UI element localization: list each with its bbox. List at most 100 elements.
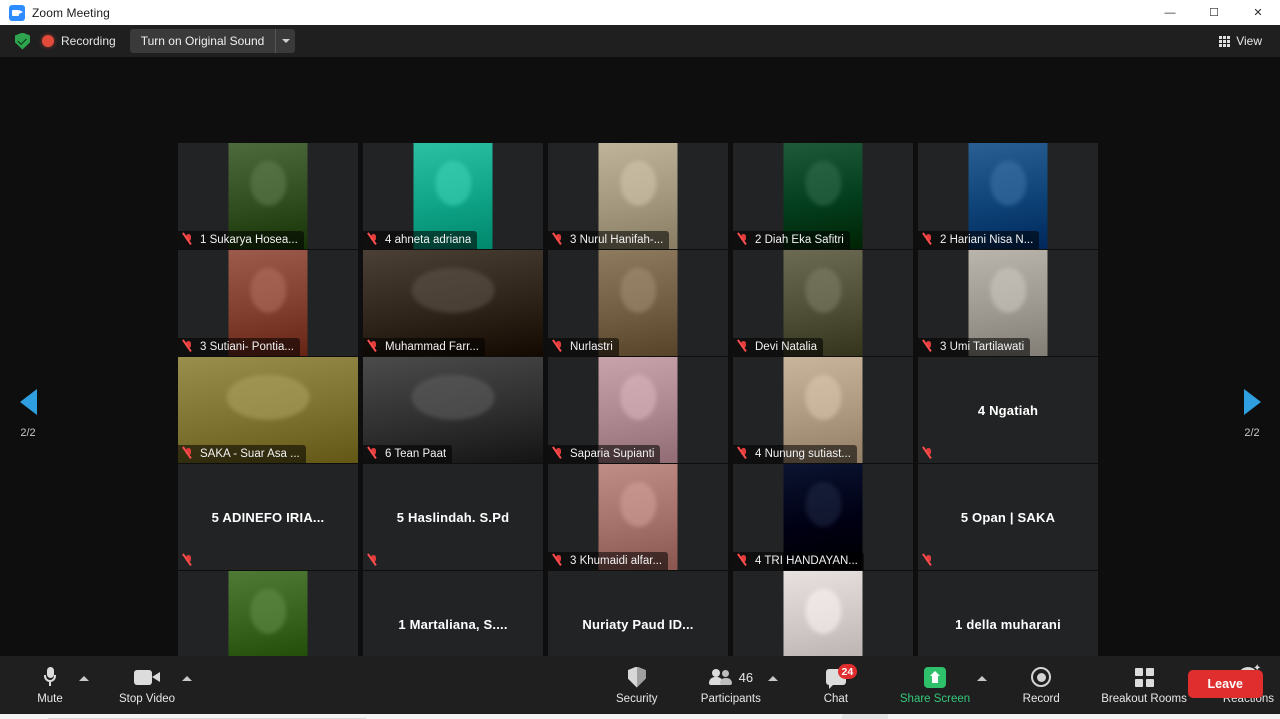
security-button[interactable]: Security [609, 659, 665, 711]
taskbar-item-camera[interactable]: 📷 [704, 714, 750, 719]
mic-muted-icon [923, 233, 935, 246]
record-button[interactable]: Record [1013, 659, 1069, 711]
participant-tile[interactable]: 2 Hariani Nisa N... [918, 143, 1098, 249]
participant-name-bar: 3 Nurul Hanifah-... [548, 231, 670, 249]
participant-tile[interactable]: 4 Ninda Cerlang [733, 571, 913, 656]
tray-display-icon[interactable]: 🖼 [1081, 714, 1106, 719]
participant-tile[interactable]: 3 Sutiani- Pontia... [178, 250, 358, 356]
participant-grid: 1 Sukarya Hosea... 4 ahneta adriana 3 Nuru… [178, 143, 1102, 656]
participants-button[interactable]: 46 Participants [695, 659, 767, 711]
mute-button[interactable]: Mute [22, 659, 78, 711]
original-sound-label: Turn on Original Sound [140, 34, 265, 48]
action-center-icon[interactable]: 4 [1248, 714, 1280, 719]
participant-tile[interactable]: Devi Natalia [733, 250, 913, 356]
participant-tile[interactable]: 4 Ngatiah [918, 357, 1098, 463]
participant-tile[interactable]: 4 pranashanti_sd... [178, 571, 358, 656]
mic-muted-icon [368, 554, 380, 567]
mic-muted-icon [553, 233, 565, 246]
meeting-control-bar: Mute Stop Video Security 46 Participants [0, 656, 1280, 714]
participant-tile[interactable]: 3 Umi Tartilawati [918, 250, 1098, 356]
participant-name-bar [918, 552, 941, 570]
taskbar-item-chrome[interactable]: ● [658, 714, 704, 719]
taskbar-item-file-explorer[interactable]: 🗀 [474, 714, 520, 719]
zoom-camera-icon [9, 4, 25, 21]
mic-muted-icon [183, 233, 195, 246]
participant-tile[interactable]: 3 Khumaidi alfar... [548, 464, 728, 570]
share-chevron-up-icon[interactable] [977, 675, 988, 681]
tray-volume-icon[interactable]: 🔊 [1156, 714, 1181, 719]
maximize-button[interactable]: ☐ [1192, 0, 1236, 25]
arrow-right-icon[interactable] [1243, 389, 1261, 415]
tray-microphone-icon[interactable]: 🎙 [1056, 714, 1081, 719]
next-page-control[interactable]: 2/2 [1226, 389, 1278, 439]
stop-video-button[interactable]: Stop Video [113, 659, 181, 711]
start-button[interactable] [0, 714, 46, 719]
taskbar-item-teams[interactable]: T [796, 714, 842, 719]
meeting-top-bar: Recording Turn on Original Sound View [0, 25, 1280, 57]
chat-button[interactable]: 24 Chat [808, 659, 864, 711]
original-sound-dropdown[interactable] [275, 29, 295, 53]
participant-video [783, 571, 863, 656]
participant-tile[interactable]: 4 ahneta adriana [363, 143, 543, 249]
participant-tile[interactable]: 1 Sukarya Hosea... [178, 143, 358, 249]
participant-tile[interactable]: 2 Diah Eka Safitri [733, 143, 913, 249]
participant-tile[interactable]: 4 Nunung sutiast... [733, 357, 913, 463]
participant-name-label: Devi Natalia [755, 340, 817, 353]
taskbar-item-mail[interactable]: ✉ [520, 714, 566, 719]
taskbar-item-task-view[interactable]: ⧉ [428, 714, 474, 719]
previous-page-control[interactable]: 2/2 [2, 389, 54, 439]
participant-name-bar: 4 Nunung sutiast... [733, 445, 857, 463]
mic-muted-icon [368, 340, 380, 353]
participant-name-bar: 1 Sukarya Hosea... [178, 231, 304, 249]
taskbar-item-edge[interactable]: e [566, 714, 612, 719]
participant-tile[interactable]: 5 Opan | SAKA [918, 464, 1098, 570]
participant-tile[interactable]: 5 Haslindah. S.Pd [363, 464, 543, 570]
paint-icon[interactable]: 🎨 [981, 714, 1006, 719]
taskbar-item-zoom[interactable]: ▶ [842, 714, 888, 719]
share-screen-button[interactable]: Share Screen [894, 659, 976, 711]
recording-indicator-icon [42, 35, 54, 47]
view-button[interactable]: View [1213, 30, 1268, 52]
arrow-left-icon[interactable] [19, 389, 37, 415]
chat-unread-badge: 24 [837, 664, 857, 679]
participant-tile[interactable]: Nurlastri [548, 250, 728, 356]
taskbar-item-excel[interactable]: X [750, 714, 796, 719]
taskbar-item-gift[interactable]: 🎁 [612, 714, 658, 719]
participant-name-bar: 3 Umi Tartilawati [918, 338, 1031, 356]
tray-network-icon[interactable]: ◔ [1131, 714, 1156, 719]
tray-screen-icon[interactable]: ▣ [1031, 714, 1056, 719]
participant-tile[interactable]: 1 Martaliana, S.... [363, 571, 543, 656]
leave-button[interactable]: Leave [1187, 670, 1263, 698]
close-button[interactable]: ✕ [1236, 0, 1280, 25]
participant-tile[interactable]: 5 ADINEFO IRIA... [178, 464, 358, 570]
original-sound-button[interactable]: Turn on Original Sound [129, 29, 296, 53]
taskbar-item-word[interactable]: W [888, 714, 934, 719]
minimize-button[interactable]: — [1148, 0, 1192, 25]
recording-status[interactable]: Recording [42, 34, 116, 48]
chat-label: Chat [823, 693, 849, 705]
encryption-shield-icon[interactable] [15, 32, 30, 50]
window-title-bar: Zoom Meeting — ☐ ✕ [0, 0, 1280, 25]
participant-tile[interactable]: SAKA - Suar Asa ... [178, 357, 358, 463]
participant-tile[interactable]: Muhammad Farr... [363, 250, 543, 356]
participant-name-label: 6 Tean Paat [385, 447, 447, 460]
participant-name-label: SAKA - Suar Asa ... [200, 447, 300, 460]
video-options-chevron-up-icon[interactable] [182, 675, 193, 681]
tray-keyboard-icon[interactable]: ⌨ [1106, 714, 1131, 719]
participant-name-bar [178, 552, 201, 570]
participant-tile[interactable]: 1 della muharani [918, 571, 1098, 656]
audio-options-chevron-up-icon[interactable] [79, 675, 89, 681]
show-hidden-icons-chevron-up-icon[interactable]: ∧ [1006, 714, 1031, 719]
participant-tile[interactable]: 4 TRI HANDAYAN... [733, 464, 913, 570]
taskbar-item-cortana[interactable]: ○ [382, 714, 428, 719]
participant-display-name-center: 4 Ngatiah [977, 402, 1039, 418]
participant-display-name-center: Nuriaty Paud ID... [582, 616, 694, 632]
taskbar-item-powerpoint[interactable]: P [934, 714, 980, 719]
participant-tile[interactable]: 3 Nurul Hanifah-... [548, 143, 728, 249]
participant-tile[interactable]: Saparia Supianti [548, 357, 728, 463]
participants-chevron-up-icon[interactable] [767, 675, 778, 681]
participant-tile[interactable]: 6 Tean Paat [363, 357, 543, 463]
participant-tile[interactable]: Nuriaty Paud ID... [548, 571, 728, 656]
breakout-rooms-button[interactable]: Breakout Rooms [1095, 659, 1193, 711]
people-icon-with-count: 46 [708, 665, 753, 689]
